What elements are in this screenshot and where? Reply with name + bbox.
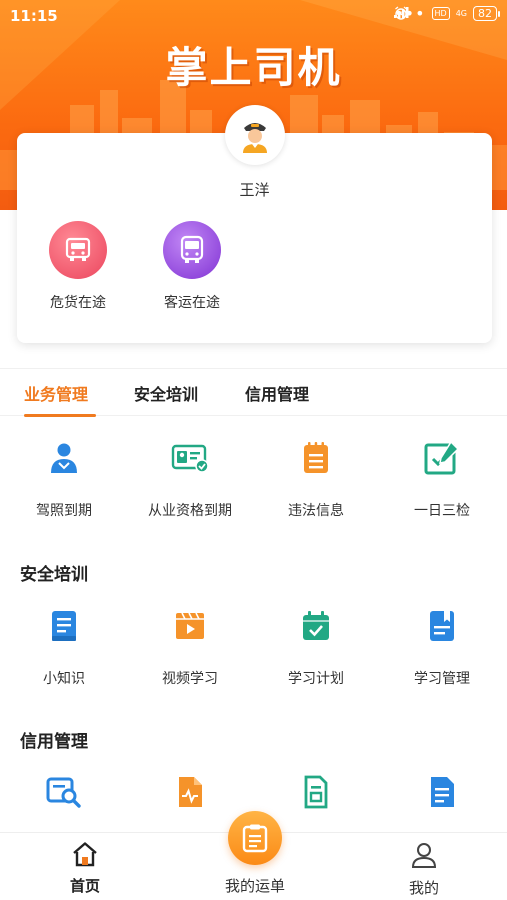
bus-icon (163, 221, 221, 279)
network-label: 4G (455, 9, 467, 18)
grid-label: 违法信息 (288, 503, 344, 519)
quick-action-passenger[interactable]: 客运在途 (147, 221, 237, 312)
user-name: 王洋 (239, 181, 270, 199)
grid-item-violation-info[interactable]: 违法信息 (253, 438, 379, 520)
edit-check-icon (422, 438, 462, 478)
nav-label-home: 首页 (69, 877, 100, 895)
home-icon (73, 842, 97, 867)
nav-home[interactable]: 首页 (35, 841, 135, 896)
section-title-training: 安全培训 (20, 565, 88, 585)
category-tabs: 业务管理 安全培训 信用管理 (0, 368, 507, 417)
clipboard-icon (242, 824, 268, 853)
knowledge-book-icon (44, 606, 84, 646)
search-card-icon (44, 772, 84, 812)
grid-item-credit-query[interactable] (1, 772, 127, 834)
grid-item-license-expiry[interactable]: 驾照到期 (1, 438, 127, 520)
grid-item-qualification-expiry[interactable]: 从业资格到期 (127, 438, 253, 520)
battery-icon: 82 (473, 6, 500, 21)
tab-safety-training[interactable]: 安全培训 (134, 381, 198, 405)
calendar-check-icon (296, 606, 336, 646)
quick-action-label: 危货在途 (50, 295, 106, 311)
status-bar: 11:15 ••• HD 4G 82 (0, 0, 507, 34)
nav-label-mine: 我的 (408, 879, 439, 897)
active-tab-indicator (24, 414, 96, 417)
video-icon (170, 606, 210, 646)
grid-label: 学习计划 (288, 671, 344, 687)
violation-notes-icon (296, 438, 336, 478)
grid-label: 视频学习 (162, 671, 218, 687)
grid-item-video-learning[interactable]: 视频学习 (127, 606, 253, 688)
training-grid: 小知识 视频学习 学习计划 学习管理 (0, 606, 507, 687)
nav-label-orders[interactable]: 我的运单 (205, 875, 305, 896)
section-title-credit: 信用管理 (20, 732, 88, 752)
business-grid: 驾照到期 从业资格到期 违法信息 一日三检 (0, 438, 507, 519)
grid-item-daily-inspection[interactable]: 一日三检 (379, 438, 505, 520)
grid-item-study-management[interactable]: 学习管理 (379, 606, 505, 688)
grid-item-tips[interactable]: 小知识 (1, 606, 127, 688)
grid-item-credit-document[interactable] (379, 772, 505, 834)
avatar[interactable] (225, 105, 285, 165)
driver-avatar-icon (243, 123, 267, 153)
user-profile-icon (411, 843, 437, 868)
study-book-icon (422, 606, 462, 646)
profile-card: 王洋 危货在途 客运在途 (17, 105, 492, 343)
grid-label: 一日三检 (414, 503, 470, 519)
status-time: 11:15 (10, 7, 58, 25)
grid-label: 小知识 (43, 671, 85, 687)
grid-item-study-plan[interactable]: 学习计划 (253, 606, 379, 688)
my-orders-button[interactable] (228, 811, 282, 865)
grid-label: 学习管理 (414, 671, 470, 687)
report-pulse-icon (170, 772, 210, 812)
grid-label: 驾照到期 (36, 503, 92, 519)
driver-license-icon (44, 438, 84, 478)
document-icon (422, 772, 462, 812)
truck-icon (49, 221, 107, 279)
signal-icon (394, 7, 409, 18)
nav-mine[interactable]: 我的 (374, 841, 474, 898)
hd-badge: HD (431, 7, 450, 20)
record-doc-icon (296, 772, 336, 812)
tab-credit[interactable]: 信用管理 (245, 381, 309, 405)
grid-label: 从业资格到期 (148, 503, 232, 519)
app-title: 掌上司机 (165, 43, 342, 92)
id-card-icon (170, 438, 210, 478)
status-icons: ••• HD 4G 82 (394, 5, 500, 21)
quick-action-dangerous-goods[interactable]: 危货在途 (33, 221, 123, 312)
tab-business[interactable]: 业务管理 (24, 381, 88, 405)
quick-action-label: 客运在途 (164, 295, 220, 311)
